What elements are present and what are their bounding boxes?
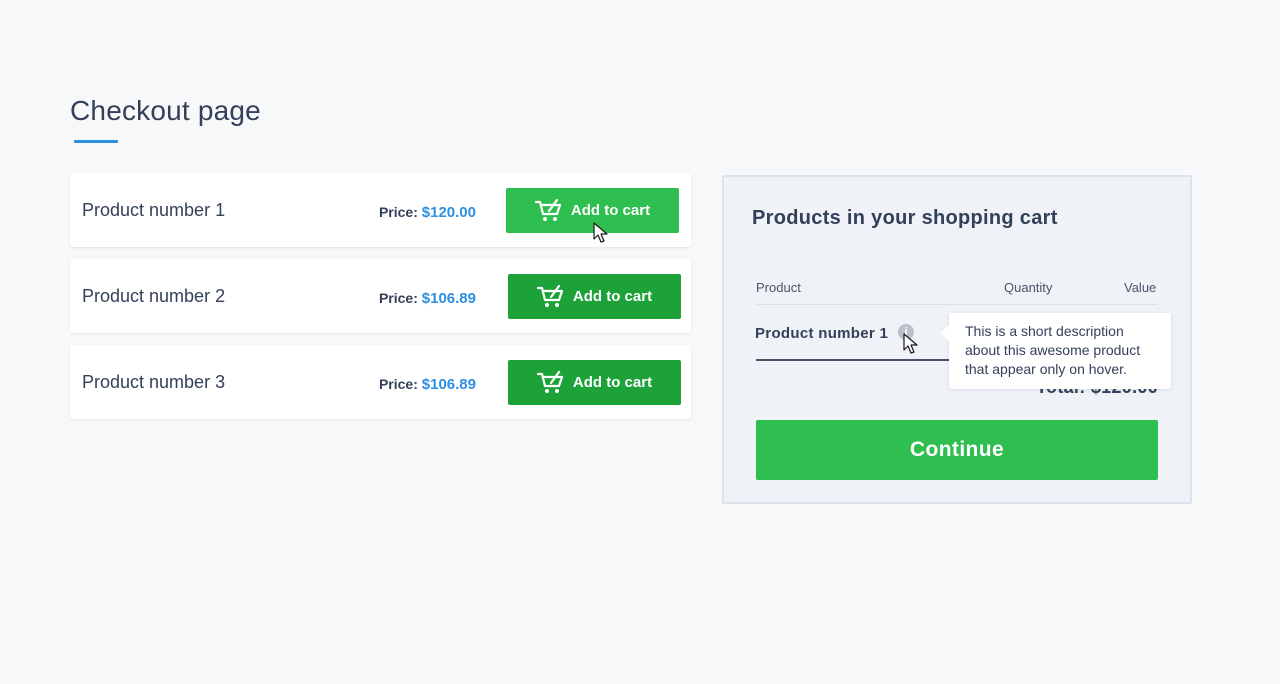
product-price: Price: $106.89 xyxy=(379,345,476,419)
product-list: Product number 1 Price: $120.00 Add to c… xyxy=(70,173,691,431)
add-to-cart-button[interactable]: Add to cart xyxy=(508,274,681,319)
price-label: Price: xyxy=(378,290,418,306)
product-description-tooltip: This is a short description about this a… xyxy=(941,313,1171,389)
product-price: Price: $120.00 xyxy=(379,173,476,247)
column-header-product: Product xyxy=(756,280,801,295)
tooltip-arrow xyxy=(941,325,949,341)
product-name: Product number 2 xyxy=(82,286,226,306)
price-label: Price: xyxy=(378,204,418,220)
price-value: $106.89 xyxy=(421,376,476,393)
product-name: Product number 1 xyxy=(82,200,226,220)
add-to-cart-label: Add to cart xyxy=(572,288,653,305)
cart-item-underline xyxy=(756,359,956,361)
column-header-quantity: Quantity xyxy=(1004,280,1053,295)
title-underline xyxy=(74,140,118,143)
add-to-cart-button[interactable]: Add to cart xyxy=(508,360,681,405)
header-divider xyxy=(756,304,1158,305)
continue-button[interactable]: Continue xyxy=(756,420,1158,480)
cart-title: Products in your shopping cart xyxy=(752,207,1058,229)
product-card: Product number 3 Price: $106.89 Add to c… xyxy=(70,345,691,419)
column-header-value: Value xyxy=(1124,280,1157,295)
price-value: $106.89 xyxy=(421,290,476,307)
price-label: Price: xyxy=(378,376,418,392)
cart-icon xyxy=(534,198,562,221)
product-price: Price: $106.89 xyxy=(379,259,476,333)
product-name: Product number 3 xyxy=(82,372,226,392)
add-to-cart-label: Add to cart xyxy=(572,374,653,391)
cart-icon xyxy=(536,370,564,393)
price-value: $120.00 xyxy=(421,204,476,221)
add-to-cart-button[interactable]: Add to cart xyxy=(506,188,679,233)
tooltip-text: This is a short description about this a… xyxy=(965,323,1141,377)
add-to-cart-label: Add to cart xyxy=(570,202,651,219)
page-title: Checkout page xyxy=(70,95,261,126)
cart-item-name: Product number 1 xyxy=(755,325,889,342)
cart-icon xyxy=(536,284,564,307)
product-card: Product number 2 Price: $106.89 Add to c… xyxy=(70,259,691,333)
checkout-page: Checkout page Product number 1 Price: $1… xyxy=(0,0,1280,684)
shopping-cart-panel: Products in your shopping cart Product Q… xyxy=(722,175,1192,504)
info-icon[interactable]: i xyxy=(898,324,914,340)
product-card: Product number 1 Price: $120.00 Add to c… xyxy=(70,173,691,247)
